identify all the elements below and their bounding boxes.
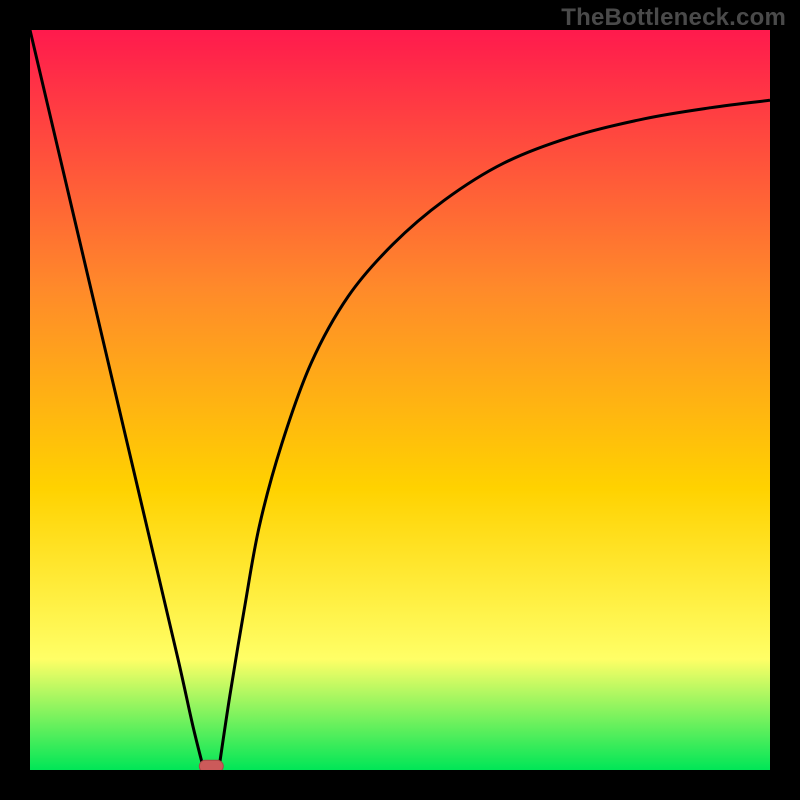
chart-frame: TheBottleneck.com	[0, 0, 800, 800]
watermark-text: TheBottleneck.com	[561, 4, 786, 32]
chart-svg	[30, 30, 770, 770]
marker-pill	[199, 760, 223, 770]
plot-area	[30, 30, 770, 770]
gradient-background	[30, 30, 770, 770]
